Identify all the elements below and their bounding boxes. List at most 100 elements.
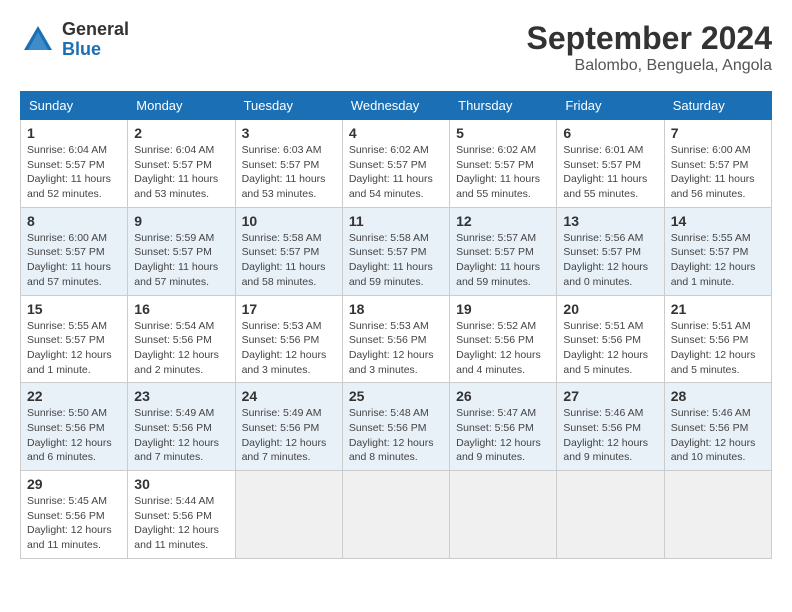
- day-info: Sunrise: 5:50 AMSunset: 5:56 PMDaylight:…: [27, 406, 121, 465]
- table-row: 30 Sunrise: 5:44 AMSunset: 5:56 PMDaylig…: [128, 471, 235, 559]
- day-number: 18: [349, 301, 443, 317]
- day-number: 3: [242, 125, 336, 141]
- day-number: 29: [27, 476, 121, 492]
- table-row: 17 Sunrise: 5:53 AMSunset: 5:56 PMDaylig…: [235, 295, 342, 383]
- table-row: 14 Sunrise: 5:55 AMSunset: 5:57 PMDaylig…: [664, 207, 771, 295]
- table-row: 24 Sunrise: 5:49 AMSunset: 5:56 PMDaylig…: [235, 383, 342, 471]
- day-info: Sunrise: 5:55 AMSunset: 5:57 PMDaylight:…: [671, 231, 765, 290]
- table-row: 28 Sunrise: 5:46 AMSunset: 5:56 PMDaylig…: [664, 383, 771, 471]
- table-row: 19 Sunrise: 5:52 AMSunset: 5:56 PMDaylig…: [450, 295, 557, 383]
- table-row: 3 Sunrise: 6:03 AMSunset: 5:57 PMDayligh…: [235, 120, 342, 208]
- day-info: Sunrise: 5:51 AMSunset: 5:56 PMDaylight:…: [671, 319, 765, 378]
- day-number: 21: [671, 301, 765, 317]
- logo: General Blue: [20, 20, 129, 60]
- table-row: [450, 471, 557, 559]
- day-info: Sunrise: 6:02 AMSunset: 5:57 PMDaylight:…: [456, 143, 550, 202]
- table-row: [235, 471, 342, 559]
- table-row: [342, 471, 449, 559]
- header-row: Sunday Monday Tuesday Wednesday Thursday…: [21, 92, 772, 120]
- day-info: Sunrise: 5:47 AMSunset: 5:56 PMDaylight:…: [456, 406, 550, 465]
- table-row: 12 Sunrise: 5:57 AMSunset: 5:57 PMDaylig…: [450, 207, 557, 295]
- day-info: Sunrise: 5:55 AMSunset: 5:57 PMDaylight:…: [27, 319, 121, 378]
- day-info: Sunrise: 5:54 AMSunset: 5:56 PMDaylight:…: [134, 319, 228, 378]
- col-thursday: Thursday: [450, 92, 557, 120]
- day-info: Sunrise: 5:46 AMSunset: 5:56 PMDaylight:…: [563, 406, 657, 465]
- table-row: 11 Sunrise: 5:58 AMSunset: 5:57 PMDaylig…: [342, 207, 449, 295]
- table-row: 21 Sunrise: 5:51 AMSunset: 5:56 PMDaylig…: [664, 295, 771, 383]
- day-number: 14: [671, 213, 765, 229]
- day-info: Sunrise: 6:04 AMSunset: 5:57 PMDaylight:…: [134, 143, 228, 202]
- day-info: Sunrise: 5:49 AMSunset: 5:56 PMDaylight:…: [242, 406, 336, 465]
- table-row: 25 Sunrise: 5:48 AMSunset: 5:56 PMDaylig…: [342, 383, 449, 471]
- day-info: Sunrise: 6:03 AMSunset: 5:57 PMDaylight:…: [242, 143, 336, 202]
- col-friday: Friday: [557, 92, 664, 120]
- day-number: 13: [563, 213, 657, 229]
- day-number: 25: [349, 388, 443, 404]
- table-row: 26 Sunrise: 5:47 AMSunset: 5:56 PMDaylig…: [450, 383, 557, 471]
- table-row: 22 Sunrise: 5:50 AMSunset: 5:56 PMDaylig…: [21, 383, 128, 471]
- day-number: 4: [349, 125, 443, 141]
- day-number: 24: [242, 388, 336, 404]
- col-wednesday: Wednesday: [342, 92, 449, 120]
- day-number: 5: [456, 125, 550, 141]
- day-info: Sunrise: 5:56 AMSunset: 5:57 PMDaylight:…: [563, 231, 657, 290]
- day-number: 27: [563, 388, 657, 404]
- day-info: Sunrise: 6:01 AMSunset: 5:57 PMDaylight:…: [563, 143, 657, 202]
- day-info: Sunrise: 5:58 AMSunset: 5:57 PMDaylight:…: [242, 231, 336, 290]
- table-row: 15 Sunrise: 5:55 AMSunset: 5:57 PMDaylig…: [21, 295, 128, 383]
- day-info: Sunrise: 5:51 AMSunset: 5:56 PMDaylight:…: [563, 319, 657, 378]
- table-row: [664, 471, 771, 559]
- logo-icon: [20, 22, 56, 58]
- day-info: Sunrise: 5:48 AMSunset: 5:56 PMDaylight:…: [349, 406, 443, 465]
- day-number: 7: [671, 125, 765, 141]
- table-row: 18 Sunrise: 5:53 AMSunset: 5:56 PMDaylig…: [342, 295, 449, 383]
- day-number: 1: [27, 125, 121, 141]
- page-header: General Blue September 2024 Balombo, Ben…: [20, 20, 772, 75]
- logo-general: General: [62, 19, 129, 39]
- day-info: Sunrise: 5:57 AMSunset: 5:57 PMDaylight:…: [456, 231, 550, 290]
- day-number: 26: [456, 388, 550, 404]
- day-number: 15: [27, 301, 121, 317]
- day-info: Sunrise: 5:44 AMSunset: 5:56 PMDaylight:…: [134, 494, 228, 553]
- day-info: Sunrise: 5:58 AMSunset: 5:57 PMDaylight:…: [349, 231, 443, 290]
- day-number: 19: [456, 301, 550, 317]
- table-row: 29 Sunrise: 5:45 AMSunset: 5:56 PMDaylig…: [21, 471, 128, 559]
- day-info: Sunrise: 5:53 AMSunset: 5:56 PMDaylight:…: [349, 319, 443, 378]
- month-title: September 2024: [527, 20, 772, 57]
- col-tuesday: Tuesday: [235, 92, 342, 120]
- table-row: 7 Sunrise: 6:00 AMSunset: 5:57 PMDayligh…: [664, 120, 771, 208]
- day-number: 6: [563, 125, 657, 141]
- day-number: 22: [27, 388, 121, 404]
- day-number: 17: [242, 301, 336, 317]
- day-number: 12: [456, 213, 550, 229]
- logo-blue: Blue: [62, 39, 101, 59]
- table-row: [557, 471, 664, 559]
- table-row: 8 Sunrise: 6:00 AMSunset: 5:57 PMDayligh…: [21, 207, 128, 295]
- calendar: Sunday Monday Tuesday Wednesday Thursday…: [20, 91, 772, 559]
- day-info: Sunrise: 5:53 AMSunset: 5:56 PMDaylight:…: [242, 319, 336, 378]
- col-saturday: Saturday: [664, 92, 771, 120]
- day-info: Sunrise: 5:46 AMSunset: 5:56 PMDaylight:…: [671, 406, 765, 465]
- day-number: 20: [563, 301, 657, 317]
- day-number: 10: [242, 213, 336, 229]
- calendar-header: Sunday Monday Tuesday Wednesday Thursday…: [21, 92, 772, 120]
- table-row: 2 Sunrise: 6:04 AMSunset: 5:57 PMDayligh…: [128, 120, 235, 208]
- table-row: 23 Sunrise: 5:49 AMSunset: 5:56 PMDaylig…: [128, 383, 235, 471]
- col-monday: Monday: [128, 92, 235, 120]
- day-number: 9: [134, 213, 228, 229]
- day-number: 8: [27, 213, 121, 229]
- day-info: Sunrise: 6:04 AMSunset: 5:57 PMDaylight:…: [27, 143, 121, 202]
- day-number: 16: [134, 301, 228, 317]
- day-info: Sunrise: 6:02 AMSunset: 5:57 PMDaylight:…: [349, 143, 443, 202]
- calendar-body: 1 Sunrise: 6:04 AMSunset: 5:57 PMDayligh…: [21, 120, 772, 559]
- logo-text: General Blue: [62, 20, 129, 60]
- day-number: 28: [671, 388, 765, 404]
- table-row: 5 Sunrise: 6:02 AMSunset: 5:57 PMDayligh…: [450, 120, 557, 208]
- day-number: 23: [134, 388, 228, 404]
- table-row: 20 Sunrise: 5:51 AMSunset: 5:56 PMDaylig…: [557, 295, 664, 383]
- table-row: 6 Sunrise: 6:01 AMSunset: 5:57 PMDayligh…: [557, 120, 664, 208]
- table-row: 1 Sunrise: 6:04 AMSunset: 5:57 PMDayligh…: [21, 120, 128, 208]
- day-info: Sunrise: 5:59 AMSunset: 5:57 PMDaylight:…: [134, 231, 228, 290]
- table-row: 16 Sunrise: 5:54 AMSunset: 5:56 PMDaylig…: [128, 295, 235, 383]
- location: Balombo, Benguela, Angola: [527, 57, 772, 75]
